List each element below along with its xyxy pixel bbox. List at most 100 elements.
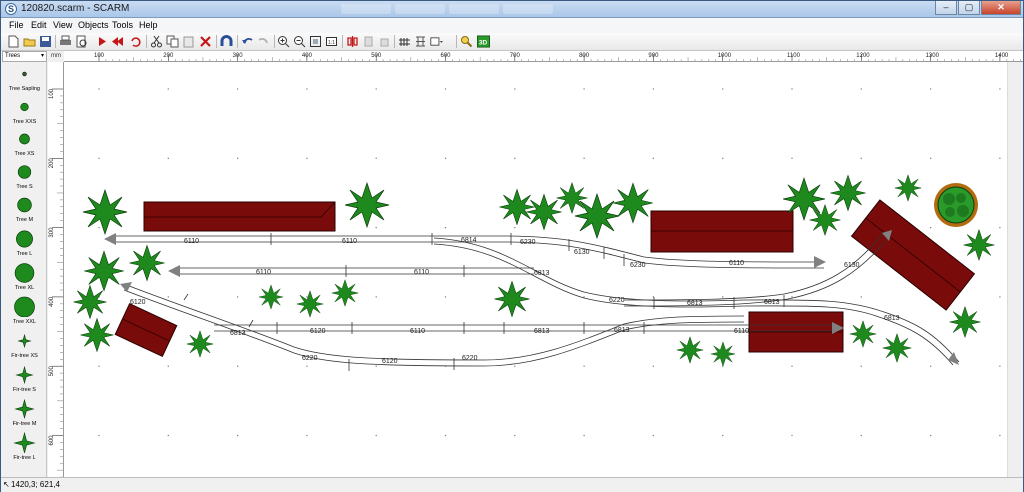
vertical-scrollbar[interactable]	[1007, 62, 1023, 477]
flip-icon[interactable]	[346, 35, 359, 48]
fir-tree[interactable]	[80, 318, 114, 352]
grid-dot	[444, 227, 447, 229]
zoom-11-icon[interactable]: 1:1	[325, 35, 338, 48]
fir-tree[interactable]	[331, 279, 359, 307]
building[interactable]	[650, 210, 794, 253]
grid-dot	[722, 88, 724, 90]
fir-tree[interactable]	[73, 285, 107, 319]
new-icon[interactable]	[7, 35, 20, 48]
track-number-label: 6120	[130, 299, 146, 306]
fir-tree[interactable]	[296, 290, 324, 318]
delete-icon[interactable]	[199, 35, 212, 48]
menu-file[interactable]: File	[9, 20, 24, 30]
maximize-button[interactable]: ▢	[958, 1, 980, 15]
menu-help[interactable]: Help	[139, 20, 158, 30]
menu-edit[interactable]: Edit	[31, 20, 47, 30]
fir-tree[interactable]	[526, 193, 562, 231]
fir-tree[interactable]	[498, 188, 535, 226]
palette-item[interactable]: Tree L	[2, 227, 46, 260]
find-icon[interactable]	[460, 35, 473, 48]
building[interactable]	[748, 311, 844, 353]
fir-tree[interactable]	[882, 333, 912, 363]
fir-tree[interactable]	[710, 341, 736, 367]
palette-item[interactable]: Tree XXL	[2, 295, 46, 328]
fir-tree[interactable]	[556, 182, 588, 214]
layout-drawing[interactable]: 6110 6110 6814 6230 6130 6230 6110 6130 6110 6110…	[64, 62, 1007, 477]
fir-tree[interactable]	[186, 330, 214, 358]
align2-icon[interactable]	[378, 35, 391, 48]
layer-icon[interactable]	[430, 35, 443, 48]
fir-tree[interactable]	[82, 189, 128, 235]
grid-dot	[375, 157, 377, 159]
palette-item[interactable]: Fir-tree L	[2, 431, 46, 464]
palette-item[interactable]: Tree XL	[2, 261, 46, 294]
minimize-button[interactable]: –	[935, 1, 957, 15]
palette-item[interactable]: Tree XS	[2, 127, 46, 160]
zoom-out-icon[interactable]	[293, 35, 306, 48]
fir-tree[interactable]	[493, 280, 530, 318]
undo-icon[interactable]	[241, 35, 254, 48]
palette-item[interactable]: Fir-tree XS	[2, 329, 46, 362]
print-preview-icon[interactable]	[75, 35, 88, 48]
tree-icon	[17, 165, 32, 179]
palette-item[interactable]: Tree Sapling	[2, 62, 46, 95]
undo-small-icon[interactable]	[129, 35, 142, 48]
fir-tree[interactable]	[128, 244, 166, 282]
fir-tree[interactable]	[949, 306, 981, 338]
title-bar: S 120820.scarm - SCARM – ▢ ✕	[1, 1, 1023, 18]
redo-icon[interactable]	[257, 35, 270, 48]
fir-tree[interactable]	[676, 336, 704, 364]
building[interactable]	[114, 302, 178, 358]
menu-tools[interactable]: Tools	[112, 20, 133, 30]
menu-objects[interactable]: Objects	[78, 20, 109, 30]
zoom-in-icon[interactable]	[277, 35, 290, 48]
fir-tree[interactable]	[344, 182, 390, 228]
tree-icon	[14, 263, 35, 283]
track-icon[interactable]	[398, 35, 411, 48]
track-number-label: 6220	[302, 355, 318, 362]
close-button[interactable]: ✕	[981, 1, 1021, 15]
track-number-label: 6814	[461, 237, 477, 244]
grid-dot	[652, 434, 654, 437]
palette-item[interactable]: Tree S	[2, 160, 46, 193]
palette-item[interactable]: Tree XXS	[2, 95, 46, 128]
zoom-fit-icon[interactable]	[309, 35, 322, 48]
train-icon[interactable]	[414, 35, 427, 48]
fir-tree[interactable]	[258, 284, 284, 310]
fir-tree[interactable]	[963, 229, 995, 261]
grid-dot	[791, 296, 793, 298]
open-icon[interactable]	[23, 35, 36, 48]
cut-icon[interactable]	[150, 35, 163, 48]
magnet-icon[interactable]	[220, 35, 233, 48]
palette-item[interactable]: Fir-tree S	[2, 363, 46, 396]
print-icon[interactable]	[59, 35, 72, 48]
bush[interactable]	[934, 183, 978, 227]
track-arrow	[948, 352, 959, 365]
layout-canvas[interactable]: 6110 6110 6814 6230 6130 6230 6110 6130 6110 6110…	[64, 62, 1007, 477]
status-bar: ↖ 1420,3; 621,4	[1, 477, 1023, 492]
paste-icon[interactable]	[182, 35, 195, 48]
grid-dot	[237, 365, 239, 367]
grid-dot	[583, 296, 585, 298]
copy-icon[interactable]	[166, 35, 179, 48]
fir-tree[interactable]	[612, 182, 654, 224]
palette-category-select[interactable]: Trees ▾	[2, 51, 47, 62]
window-title: 120820.scarm - SCARM	[21, 3, 130, 14]
palette-item-label: Fir-tree L	[13, 455, 36, 461]
3d-view-icon[interactable]: 3D	[477, 35, 490, 48]
building[interactable]	[143, 201, 336, 232]
play-icon[interactable]	[95, 35, 108, 48]
palette-item[interactable]: Fir-tree M	[2, 397, 46, 430]
save-icon[interactable]	[39, 35, 52, 48]
grid-dot	[930, 227, 932, 229]
fir-tree[interactable]	[574, 193, 620, 239]
palette-item[interactable]: Tree M	[2, 193, 46, 226]
align-icon[interactable]	[362, 35, 375, 48]
fir-tree[interactable]	[830, 174, 866, 212]
toolbar: 1:1 3D	[1, 33, 1023, 51]
fir-tree[interactable]	[849, 320, 877, 348]
fir-tree[interactable]	[83, 250, 125, 292]
rewind-icon[interactable]	[111, 35, 124, 48]
fir-tree[interactable]	[894, 174, 922, 202]
menu-view[interactable]: View	[53, 20, 72, 30]
